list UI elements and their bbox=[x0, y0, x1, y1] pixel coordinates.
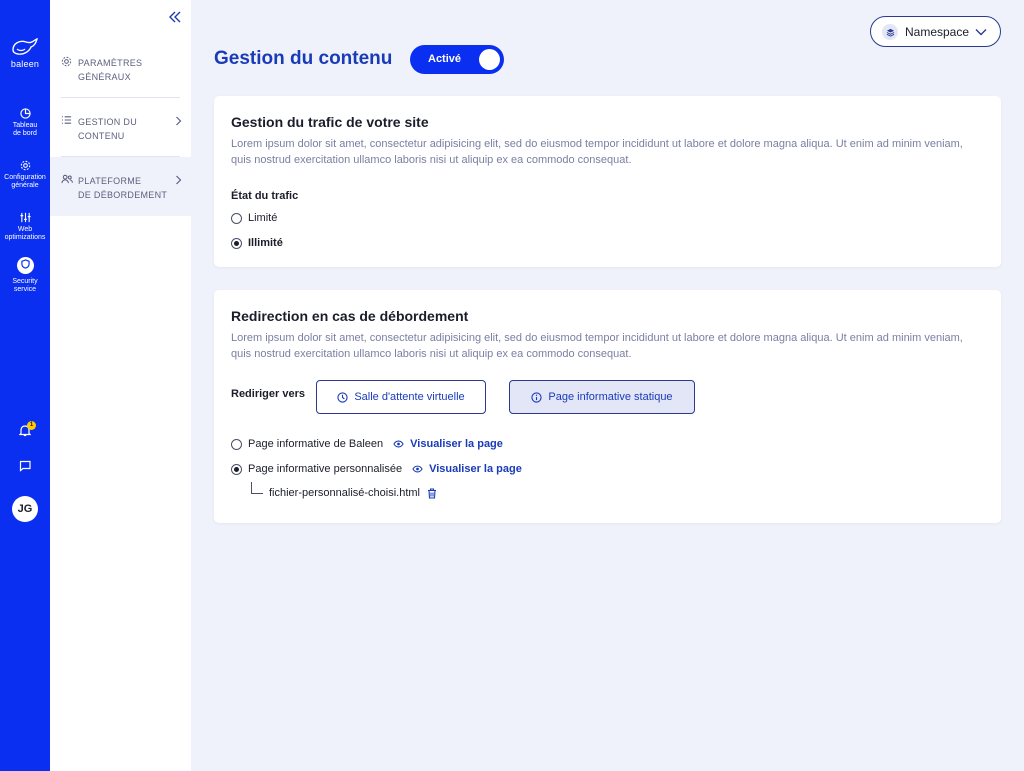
radio-label: Page informative de Baleen bbox=[248, 438, 384, 450]
chevron-right-icon bbox=[176, 116, 182, 126]
logo-text: baleen bbox=[10, 59, 40, 69]
radio-button[interactable] bbox=[231, 438, 242, 450]
radio-button[interactable] bbox=[231, 237, 242, 249]
rail-label: de bord bbox=[13, 130, 37, 137]
radio-button[interactable] bbox=[231, 463, 242, 475]
users-icon bbox=[61, 174, 73, 184]
subnav-item-content-management[interactable]: GESTION DU CONTENU bbox=[50, 115, 191, 143]
shield-icon bbox=[16, 257, 34, 274]
collapse-sidebar-button[interactable] bbox=[168, 10, 182, 28]
double-chevron-left-icon bbox=[169, 11, 181, 23]
list-icon bbox=[61, 116, 72, 124]
subnav-label: GÉNÉRAUX bbox=[78, 72, 131, 82]
tree-connector bbox=[251, 482, 263, 494]
gear-icon bbox=[61, 56, 72, 67]
rail-item-configuration[interactable]: Configuration générale bbox=[0, 160, 50, 190]
view-page-link[interactable]: Visualiser la page bbox=[412, 463, 522, 475]
baleen-logo[interactable]: baleen bbox=[0, 38, 50, 69]
card-description: Lorem ipsum dolor sit amet, consectetur … bbox=[231, 332, 963, 360]
choice-label: Page informative statique bbox=[548, 391, 673, 403]
chevron-right-icon bbox=[176, 175, 182, 185]
rail-label: Tableau bbox=[12, 122, 38, 129]
radio-label: Illimité bbox=[248, 237, 283, 249]
radio-limited[interactable]: Limité bbox=[231, 212, 277, 224]
clock-icon bbox=[337, 391, 348, 403]
namespace-label: Namespace bbox=[905, 25, 970, 39]
static-info-page-button[interactable]: Page informative statique bbox=[509, 380, 695, 414]
chevron-down-icon bbox=[975, 29, 987, 36]
subnav-item-general-settings[interactable]: PARAMÈTRES GÉNÉRAUX bbox=[50, 56, 191, 84]
card-title: Gestion du trafic de votre site bbox=[231, 114, 429, 130]
sliders-icon bbox=[19, 212, 31, 223]
radio-unlimited[interactable]: Illimité bbox=[231, 237, 283, 249]
card-description: Lorem ipsum dolor sit amet, consectetur … bbox=[231, 138, 963, 166]
messages-button[interactable] bbox=[0, 460, 50, 475]
toggle-knob bbox=[479, 49, 500, 70]
virtual-waiting-room-button[interactable]: Salle d'attente virtuelle bbox=[316, 380, 486, 414]
trash-icon[interactable] bbox=[427, 487, 437, 499]
traffic-state-label: État du trafic bbox=[231, 190, 299, 202]
traffic-card: Gestion du trafic de votre site Lorem ip… bbox=[214, 96, 1001, 267]
rail-item-security-service[interactable]: Security service bbox=[0, 257, 50, 294]
radio-label: Page informative personnalisée bbox=[248, 463, 403, 475]
toggle-label: Activé bbox=[428, 53, 462, 65]
radio-button[interactable] bbox=[231, 212, 242, 224]
view-page-link[interactable]: Visualiser la page bbox=[393, 438, 503, 450]
subnav-label: CONTENU bbox=[78, 131, 125, 141]
divider bbox=[61, 97, 180, 98]
rail-item-dashboard[interactable]: Tableau de bord bbox=[0, 108, 50, 138]
eye-icon bbox=[412, 465, 423, 473]
activation-toggle[interactable]: Activé bbox=[410, 45, 504, 74]
card-title: Redirection en cas de débordement bbox=[231, 308, 469, 324]
radio-custom-page[interactable]: Page informative personnalisée Visualise… bbox=[231, 463, 522, 475]
subnav-item-overflow-platform[interactable]: PLATEFORME DE DÉBORDEMENT bbox=[50, 174, 191, 202]
gear-icon bbox=[20, 160, 30, 171]
whale-icon bbox=[12, 38, 38, 55]
layers-icon bbox=[882, 24, 898, 40]
info-icon bbox=[531, 391, 543, 403]
choice-label: Salle d'attente virtuelle bbox=[354, 391, 465, 403]
namespace-selector[interactable]: Namespace bbox=[870, 16, 1001, 47]
pie-chart-icon bbox=[19, 108, 31, 119]
rail-label: service bbox=[13, 286, 37, 293]
notifications-button[interactable]: 1 bbox=[0, 421, 50, 440]
divider bbox=[61, 156, 180, 157]
selected-file: fichier-personnalisé-choisi.html bbox=[269, 487, 437, 499]
redirect-label: Rediriger vers bbox=[231, 388, 305, 400]
secondary-sidebar: PARAMÈTRES GÉNÉRAUX GESTION DU CONTENU P… bbox=[50, 0, 191, 771]
rail-label: Security bbox=[12, 278, 38, 285]
rail-label: Configuration bbox=[4, 174, 46, 181]
view-page-label: Visualiser la page bbox=[410, 438, 503, 450]
rail-item-web-optimizations[interactable]: Web optimizations bbox=[0, 212, 50, 242]
eye-icon bbox=[393, 440, 404, 448]
chat-icon bbox=[19, 460, 31, 472]
radio-label: Limité bbox=[248, 212, 278, 224]
subnav-label: PARAMÈTRES bbox=[78, 58, 143, 68]
rail-label: générale bbox=[11, 182, 39, 189]
notification-badge: 1 bbox=[27, 421, 36, 430]
main-rail: baleen Tableau de bord Configuration gén… bbox=[0, 0, 50, 771]
view-page-label: Visualiser la page bbox=[429, 463, 522, 475]
file-name: fichier-personnalisé-choisi.html bbox=[269, 487, 421, 499]
subnav-label: DE DÉBORDEMENT bbox=[78, 190, 168, 200]
avatar[interactable]: JG bbox=[12, 496, 38, 522]
rail-label: optimizations bbox=[4, 234, 46, 241]
rail-label: Web bbox=[17, 226, 33, 233]
page-title: Gestion du contenu bbox=[214, 48, 393, 69]
radio-baleen-page[interactable]: Page informative de Baleen Visualiser la… bbox=[231, 438, 503, 450]
